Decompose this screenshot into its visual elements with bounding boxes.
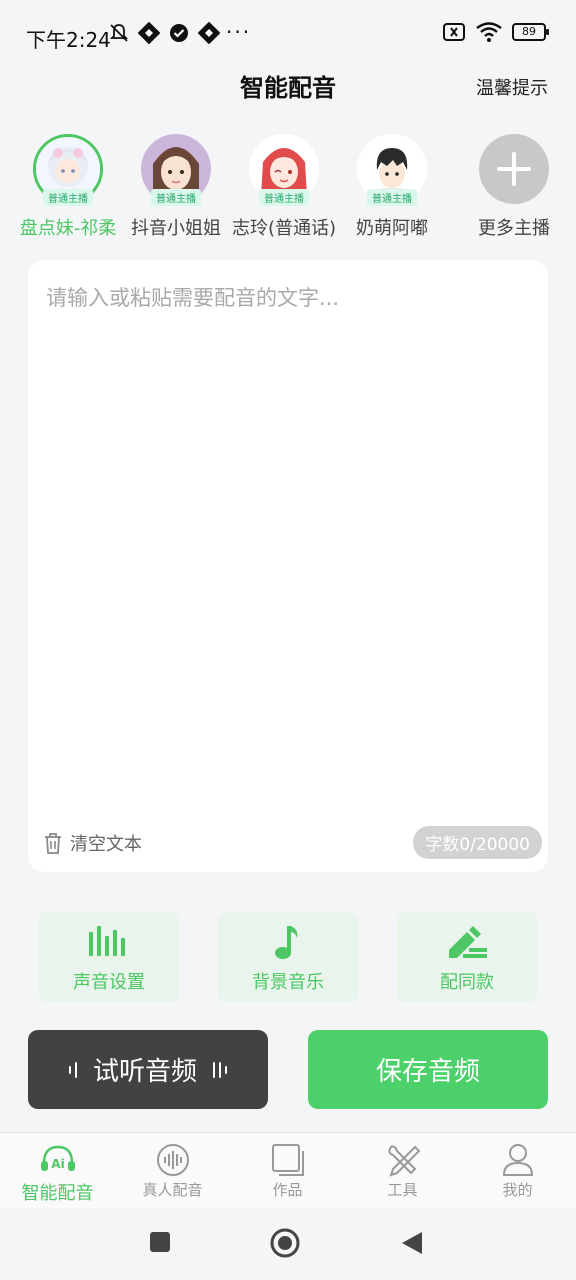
clear-text-label: 清空文本 <box>70 834 142 855</box>
sound-wave-icon <box>213 1061 227 1078</box>
preview-audio-label: 试听音频 <box>92 1057 197 1087</box>
anchor-tag: 普通主播 <box>43 189 93 206</box>
sim-card-x-icon <box>443 23 465 41</box>
tips-link[interactable]: 温馨提示 <box>476 74 548 100</box>
wifi-icon <box>476 22 502 42</box>
music-note-icon <box>275 926 298 959</box>
dubbing-text-input[interactable] <box>46 282 530 812</box>
recent-apps-icon[interactable] <box>148 1230 172 1254</box>
trash-icon <box>45 833 61 854</box>
nav-label: 工具 <box>387 1181 418 1199</box>
voice-settings-button[interactable]: 声音设置 <box>39 912 179 1002</box>
text-editor-card: 清空文本 字数0/20000 <box>28 260 548 872</box>
clear-text-button[interactable]: 清空文本 <box>42 830 142 856</box>
anchor-item-0[interactable]: 普通主播 盘点妹-祁柔 <box>10 134 126 240</box>
nav-label: 作品 <box>272 1181 303 1199</box>
nav-mine[interactable]: 我的 <box>460 1143 575 1200</box>
anchor-name: 志玲(普通话) <box>231 218 337 239</box>
nav-label: 真人配音 <box>142 1181 203 1199</box>
preview-audio-button[interactable]: 试听音频 <box>28 1030 268 1109</box>
char-count-badge: 字数0/20000 <box>413 826 542 859</box>
status-bar: 下午2:24 ··· 89 <box>0 0 576 70</box>
status-time: 下午2:24 <box>26 28 111 52</box>
save-audio-label: 保存音频 <box>375 1057 480 1087</box>
anchor-item-1[interactable]: 普通主播 抖音小姐姐 <box>118 134 234 240</box>
system-nav-bar <box>0 1208 576 1280</box>
nav-tools[interactable]: 工具 <box>345 1143 460 1200</box>
sound-wave-icon <box>68 1061 77 1078</box>
nav-works[interactable]: 作品 <box>230 1143 345 1200</box>
background-music-button[interactable]: 背景音乐 <box>218 912 358 1002</box>
svg-text:Ai: Ai <box>51 1157 64 1171</box>
user-icon <box>502 1144 533 1176</box>
nav-label: 智能配音 <box>21 1183 94 1204</box>
anchor-name: 盘点妹-祁柔 <box>19 218 117 239</box>
back-icon[interactable] <box>400 1230 424 1256</box>
same-style-label: 配同款 <box>440 972 494 993</box>
anchor-tag: 普通主播 <box>151 189 201 206</box>
tools-icon <box>387 1145 420 1177</box>
battery-indicator: 89 <box>512 23 549 41</box>
anchor-item-2[interactable]: 普通主播 志玲(普通话) <box>226 134 342 240</box>
check-badge-icon <box>170 24 188 42</box>
app-notification-icon <box>138 22 160 44</box>
home-icon[interactable] <box>270 1228 300 1258</box>
nav-smart-dubbing[interactable]: Ai 智能配音 <box>0 1143 115 1205</box>
more-anchors-label: 更多主播 <box>478 218 550 239</box>
anchor-item-3[interactable]: 普通主播 奶萌阿嘟 <box>334 134 450 240</box>
anchor-name: 奶萌阿嘟 <box>356 218 428 239</box>
more-notifications-icon: ··· <box>226 20 252 44</box>
nav-human-dubbing[interactable]: 真人配音 <box>115 1143 230 1200</box>
voice-wave-icon <box>156 1144 189 1176</box>
background-music-label: 背景音乐 <box>252 972 324 993</box>
edit-pen-icon <box>449 926 487 958</box>
bottom-nav: Ai 智能配音 真人配音 作品 工具 我的 <box>0 1132 576 1208</box>
app-notification-icon <box>198 22 220 44</box>
equalizer-icon <box>89 926 125 956</box>
more-anchors-button[interactable]: 更多主播 <box>456 134 572 240</box>
ai-headset-icon: Ai <box>40 1145 75 1171</box>
same-style-button[interactable]: 配同款 <box>397 912 537 1002</box>
plus-icon <box>479 134 549 204</box>
works-icon <box>271 1144 304 1176</box>
save-audio-button[interactable]: 保存音频 <box>308 1030 548 1109</box>
anchor-tag: 普通主播 <box>367 189 417 206</box>
bell-muted-icon <box>109 24 129 42</box>
anchor-name: 抖音小姐姐 <box>131 218 221 239</box>
anchor-tag: 普通主播 <box>259 189 309 206</box>
nav-label: 我的 <box>502 1181 533 1199</box>
voice-settings-label: 声音设置 <box>73 972 145 993</box>
